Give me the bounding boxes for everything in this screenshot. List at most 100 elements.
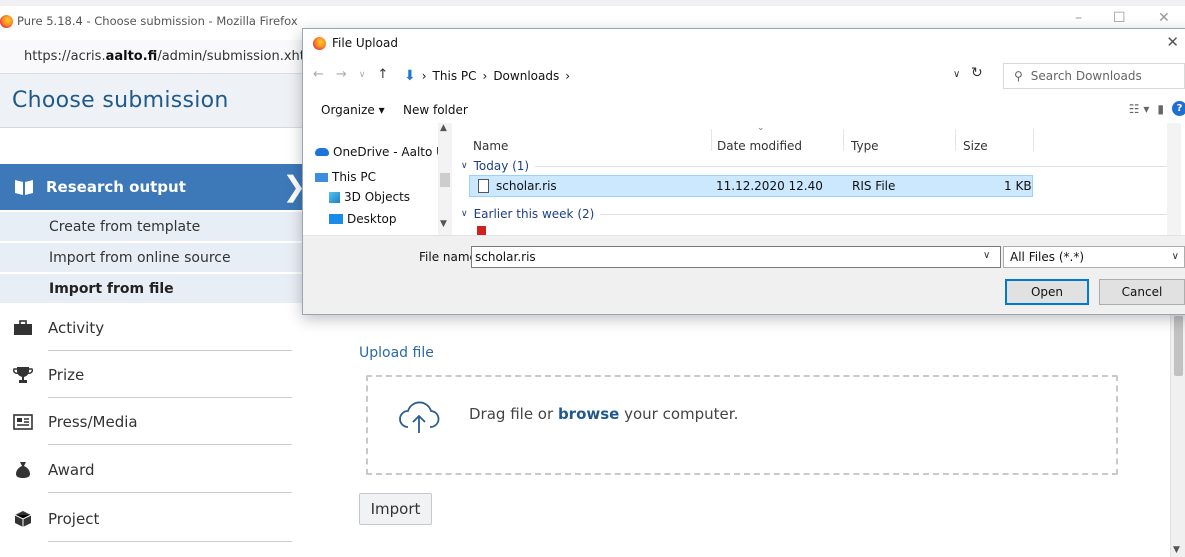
file-name-input[interactable]: scholar.ris bbox=[471, 246, 1001, 268]
subnav-import-from-file[interactable]: Import from file bbox=[0, 274, 305, 304]
group-divider bbox=[535, 165, 1175, 167]
file-icon bbox=[478, 179, 489, 193]
path-downloads[interactable]: Downloads bbox=[493, 69, 559, 83]
path-this-pc[interactable]: This PC bbox=[433, 69, 477, 83]
nav-item-project[interactable]: Project bbox=[0, 496, 310, 542]
nav-item-label: Prize bbox=[48, 366, 85, 384]
nav-item-research-output[interactable]: Research output ❯ bbox=[0, 164, 310, 210]
computer-icon bbox=[315, 172, 328, 182]
dialog-close-button[interactable]: ✕ bbox=[1166, 33, 1179, 51]
cancel-button[interactable]: Cancel bbox=[1099, 279, 1185, 305]
file-upload-dialog: File Upload ✕ ← → ∨ ↑ ⬇ › This PC › Down… bbox=[302, 28, 1185, 315]
url-text[interactable]: https://acris.aalto.fi/admin/submission.… bbox=[24, 49, 310, 64]
file-type-filter-value: All Files (*.*) bbox=[1010, 250, 1085, 264]
organize-button[interactable]: Organize ▾ bbox=[321, 103, 385, 117]
up-arrow-icon[interactable]: ↑ bbox=[377, 67, 388, 82]
cube-icon bbox=[14, 511, 32, 527]
dialog-toolbar: Organize ▾ New folder ☷ ▾ ▮ ? bbox=[303, 95, 1185, 123]
close-window-button[interactable]: ✕ bbox=[1158, 10, 1170, 26]
subnav-import-online[interactable]: Import from online source bbox=[0, 243, 305, 273]
column-type[interactable]: Type bbox=[851, 139, 879, 153]
file-list-scrollbar[interactable] bbox=[1167, 123, 1181, 235]
scroll-up-icon[interactable]: ▲ bbox=[440, 123, 447, 133]
file-dropzone[interactable]: Drag file or browse your computer. bbox=[366, 375, 1118, 475]
tree-scroll-thumb[interactable] bbox=[440, 173, 450, 187]
search-icon: ⚲ bbox=[1014, 69, 1023, 83]
path-sep: › bbox=[482, 69, 488, 83]
refresh-icon[interactable]: ↻ bbox=[971, 65, 983, 81]
column-divider[interactable] bbox=[1033, 129, 1034, 151]
column-date-modified[interactable]: Date modified bbox=[717, 139, 802, 153]
back-arrow-icon[interactable]: ← bbox=[313, 67, 324, 82]
nav-item-press-media[interactable]: Press/Media bbox=[0, 399, 310, 445]
file-name-dropdown-icon[interactable]: ∨ bbox=[983, 250, 990, 261]
column-name[interactable]: Name bbox=[473, 139, 508, 153]
maximize-button[interactable]: ☐ bbox=[1113, 10, 1126, 26]
group-earlier-this-week[interactable]: ∨ Earlier this week (2) bbox=[461, 207, 1175, 221]
address-bar[interactable]: ⬇ › This PC › Downloads › bbox=[403, 63, 968, 89]
page-scrollbar[interactable]: ▼ bbox=[1170, 314, 1185, 557]
page-title: Choose submission bbox=[12, 88, 229, 113]
file-row-selected[interactable]: scholar.ris 11.12.2020 12.40 RIS File 1 … bbox=[469, 175, 1033, 197]
import-button[interactable]: Import bbox=[359, 493, 432, 525]
view-mode-icon[interactable]: ☷ ▾ bbox=[1129, 102, 1150, 116]
nav-item-prize[interactable]: Prize bbox=[0, 352, 310, 398]
preview-pane-icon[interactable]: ▮ bbox=[1157, 102, 1164, 116]
path-sep: › bbox=[421, 69, 427, 83]
file-row-partial[interactable] bbox=[477, 225, 1017, 235]
nav-item-label: Activity bbox=[48, 319, 105, 337]
tree-item-this-pc[interactable]: This PC bbox=[315, 170, 376, 184]
file-type: RIS File bbox=[852, 179, 896, 193]
column-divider[interactable] bbox=[843, 129, 844, 151]
search-downloads-input[interactable]: ⚲ Search Downloads bbox=[1003, 63, 1185, 89]
column-size[interactable]: Size bbox=[963, 139, 988, 153]
divider bbox=[48, 444, 292, 445]
recent-chevron-icon[interactable]: ∨ bbox=[359, 67, 366, 82]
firefox-logo-icon bbox=[0, 14, 13, 28]
nav-item-label: Award bbox=[48, 461, 95, 479]
dialog-titlebar: File Upload ✕ bbox=[303, 29, 1185, 57]
nav-buttons: ← → ∨ ↑ bbox=[313, 67, 388, 82]
url-bar[interactable]: https://acris.aalto.fi/admin/submission.… bbox=[0, 40, 310, 74]
column-divider[interactable] bbox=[711, 129, 712, 151]
tree-item-onedrive[interactable]: OneDrive - Aalto U bbox=[315, 145, 445, 159]
dialog-title: File Upload bbox=[332, 36, 398, 50]
subnav-create-from-template[interactable]: Create from template bbox=[0, 212, 305, 242]
help-icon[interactable]: ? bbox=[1172, 101, 1185, 116]
divider bbox=[48, 350, 292, 351]
tree-scrollbar[interactable]: ▲ ▼ bbox=[438, 123, 452, 235]
column-divider[interactable] bbox=[955, 129, 956, 151]
file-size: 1 KB bbox=[1004, 179, 1032, 193]
navigation-tree: OneDrive - Aalto U This PC 3D Objects De… bbox=[309, 123, 452, 235]
nav-item-label: Research output bbox=[46, 178, 186, 196]
nav-item-label: Press/Media bbox=[48, 413, 138, 431]
scroll-down-icon[interactable]: ▼ bbox=[440, 219, 447, 229]
file-date: 11.12.2020 12.40 bbox=[716, 179, 823, 193]
tree-item-desktop[interactable]: Desktop bbox=[329, 212, 397, 226]
chevron-down-icon: ∨ bbox=[461, 161, 468, 171]
firefox-logo-icon bbox=[313, 36, 326, 50]
scroll-down-icon[interactable]: ▼ bbox=[1173, 545, 1180, 555]
tree-item-3d-objects[interactable]: 3D Objects bbox=[329, 190, 410, 204]
forward-arrow-icon[interactable]: → bbox=[336, 67, 347, 82]
nav-item-award[interactable]: Award bbox=[0, 447, 310, 493]
chevron-down-icon: ∨ bbox=[461, 209, 468, 219]
upload-file-title: Upload file bbox=[359, 345, 434, 361]
group-today[interactable]: ∨ Today (1) bbox=[461, 159, 1175, 173]
scrollbar-thumb[interactable] bbox=[1174, 316, 1183, 376]
search-placeholder: Search Downloads bbox=[1030, 69, 1142, 83]
minimize-button[interactable]: – bbox=[1075, 10, 1082, 26]
chevron-down-icon: ∨ bbox=[1171, 251, 1179, 262]
pdf-file-icon bbox=[477, 226, 486, 235]
open-button[interactable]: Open bbox=[1005, 279, 1089, 305]
money-bag-icon bbox=[16, 462, 30, 478]
browse-link[interactable]: browse bbox=[558, 405, 619, 423]
group-divider bbox=[600, 213, 1175, 215]
view-options: ☷ ▾ ▮ ? bbox=[1129, 101, 1185, 116]
address-dropdown-icon[interactable]: ∨ bbox=[953, 69, 960, 80]
nav-item-label: Project bbox=[48, 510, 100, 528]
nav-item-activity[interactable]: Activity bbox=[0, 305, 310, 351]
cloud-upload-icon bbox=[399, 401, 440, 433]
new-folder-button[interactable]: New folder bbox=[403, 103, 468, 117]
file-type-filter[interactable]: All Files (*.*) ∨ bbox=[1003, 246, 1185, 268]
